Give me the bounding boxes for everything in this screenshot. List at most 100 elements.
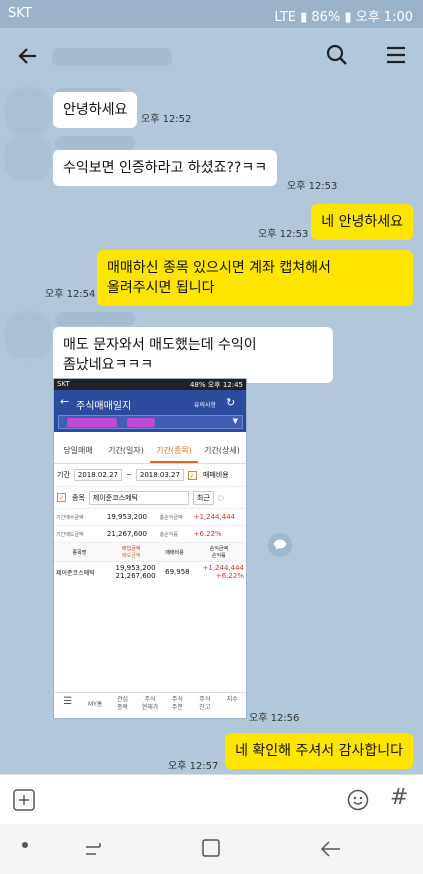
mini-tab: 당일매매 (63, 446, 93, 455)
mini-date-from: 2018.02.27 (73, 469, 122, 481)
mini-tab: 기간(상세) (204, 446, 240, 455)
my-message-bubble[interactable]: 네 확인해 주셔서 감사합니다 (225, 733, 413, 769)
mini-tilde: ~ (125, 471, 132, 479)
mini-summary-key: 총손익금액 (157, 508, 192, 526)
hashtag-icon[interactable]: # (390, 785, 408, 810)
system-nav-bar (0, 824, 423, 874)
my-message-bubble[interactable]: 네 안녕하세요 (311, 204, 413, 240)
shared-screenshot-image[interactable]: SKT 48% 오후 12:45 ← 주식매매일지 유의사항 ↻ ▼ 당일매매 … (53, 378, 247, 719)
message-bubble[interactable]: 매도 문자와서 매도했는데 수익이 좀났네요ㅋㅋㅋ (53, 327, 333, 383)
my-message-bubble[interactable]: 매매하신 종목 있으시면 계좌 캡쳐해서 올려주시면 됩니다 (97, 250, 413, 306)
mini-col-header: 매입금액 (122, 546, 141, 552)
message-time: 오후 12:53 (287, 181, 338, 192)
mini-nav-item: 주식 현재가 (141, 696, 159, 711)
mini-tab-active: 기간(종목) (150, 440, 198, 463)
chat-title-blurred (52, 48, 172, 66)
plus-icon[interactable] (13, 789, 35, 811)
menu-icon[interactable] (385, 45, 407, 65)
mini-col-header: 매매비용 (157, 542, 192, 562)
mini-account-redacted (127, 418, 155, 427)
mini-bottom-nav: ☰ MY홈 관심 종목 주식 현재가 주식 주문 주식 잔고 지수 (54, 692, 246, 718)
status-bar: SKT LTE ▮ 86% ▮ 오후 1:00 (0, 0, 423, 28)
mini-row-buy: 19,953,200 (115, 564, 156, 572)
clock: 1:00 (383, 10, 413, 25)
recent-apps-icon[interactable] (82, 838, 104, 860)
mini-summary-value: 19,953,200 (104, 508, 158, 526)
avatar[interactable] (5, 88, 51, 134)
mini-summary-value: +1,244,444 (191, 508, 246, 526)
mini-title: 주식매매일지 (76, 401, 132, 412)
dot-icon[interactable] (22, 842, 28, 848)
mini-period-label: 기간 (57, 471, 70, 479)
mini-status-bar: SKT 48% 오후 12:45 (54, 379, 246, 390)
mini-app-header: ← 주식매매일지 유의사항 ↻ ▼ (54, 390, 246, 432)
mini-status-right: 48% 오후 12:45 (189, 381, 243, 389)
search-icon[interactable] (326, 44, 348, 66)
mini-nav-item: MY홈 (87, 701, 103, 708)
chat-header (0, 28, 423, 84)
mini-summary-key: 총손익률 (157, 525, 192, 543)
back-icon[interactable] (318, 838, 342, 860)
carrier-label: SKT (8, 6, 32, 21)
message-bubble[interactable]: 안녕하세요 (53, 92, 138, 128)
mini-stock-row: ✓ 종목 제이준코스메틱 최근 ○ (54, 486, 246, 508)
mini-nav-item: 주식 잔고 (199, 696, 211, 711)
sender-name-blurred (55, 312, 135, 326)
mini-search-icon: ○ (217, 493, 224, 502)
mini-back-icon: ← (60, 395, 70, 408)
mini-summary-key: 기간매도금액 (54, 525, 105, 543)
mini-carrier: SKT (57, 380, 70, 388)
mini-nav-item: 주식 주문 (171, 696, 183, 711)
battery-label: 86% (311, 10, 341, 25)
message-input-bar[interactable]: # (0, 774, 423, 824)
chat-bubble-icon (274, 539, 286, 550)
mini-account-select: ▼ (58, 415, 243, 429)
mini-refresh-icon: ↻ (226, 396, 236, 409)
avatar[interactable] (5, 135, 51, 181)
mini-tab: 기간(일자) (108, 446, 144, 455)
message-bubble[interactable]: 수익보면 인증하라고 하셨죠??ㅋㅋ (53, 150, 278, 186)
mini-dropdown-icon: ▼ (232, 417, 238, 425)
emoji-icon[interactable] (347, 789, 369, 811)
ampm-label: 오후 (355, 10, 380, 25)
mini-col-header: 손익률 (211, 553, 226, 559)
message-time: 오후 12:56 (249, 713, 300, 724)
mini-col-header: 매도금액 (122, 553, 141, 559)
home-icon[interactable] (200, 837, 222, 859)
mini-row-pnl: +1,244,444 (202, 564, 245, 572)
mini-summary-table: 기간매수금액 19,953,200 총손익금액 +1,244,444 기간매도금… (54, 508, 246, 582)
avatar[interactable] (5, 312, 51, 358)
mini-nav-item: 관심 종목 (117, 696, 129, 711)
mini-row-rate: +6.22% (215, 572, 244, 580)
mini-stock-label: 종목 (72, 493, 85, 502)
network-label: LTE (274, 10, 296, 25)
mini-tabs: 당일매매 기간(일자) 기간(종목) 기간(상세) (54, 440, 246, 464)
mini-col-header: 손익금액 (209, 546, 228, 552)
mini-row-name: 제이준코스메틱 (54, 561, 105, 582)
mini-period-row: 기간 2018.02.27 ~ 2018.03.27 ✓ 매매비용 (54, 464, 246, 486)
mini-checkbox-icon: ✓ (57, 493, 66, 502)
mini-row-sell: 21,267,600 (115, 572, 156, 580)
message-time: 오후 12:57 (168, 761, 219, 772)
mini-date-to: 2018.03.27 (135, 469, 184, 481)
mini-checkbox-icon: ✓ (187, 470, 197, 480)
mini-stock-name: 제이준코스메틱 (88, 490, 189, 505)
mini-col-header: 종목명 (54, 542, 105, 562)
sender-name-blurred (55, 136, 135, 150)
mini-nav-item: 지수 (226, 696, 238, 703)
back-arrow-icon[interactable] (16, 45, 38, 67)
mini-fee-label: 매매비용 (202, 471, 229, 479)
mini-summary-key: 기간매수금액 (54, 508, 105, 526)
message-time: 오후 12:54 (45, 289, 96, 300)
mini-row-fee: 69,958 (157, 561, 192, 582)
mini-notice: 유의사항 (194, 402, 217, 409)
mini-summary-value: +6.22% (191, 525, 246, 543)
mini-account-redacted (67, 418, 117, 427)
message-time: 오후 12:52 (141, 114, 192, 125)
mini-hamburger-icon: ☰ (63, 696, 73, 707)
status-right: LTE ▮ 86% ▮ 오후 1:00 (274, 10, 413, 25)
speech-bubble-button[interactable] (268, 533, 292, 557)
message-time: 오후 12:53 (258, 229, 309, 240)
mini-summary-value: 21,267,600 (104, 525, 158, 543)
mini-recent-button: 최근 (192, 490, 214, 505)
